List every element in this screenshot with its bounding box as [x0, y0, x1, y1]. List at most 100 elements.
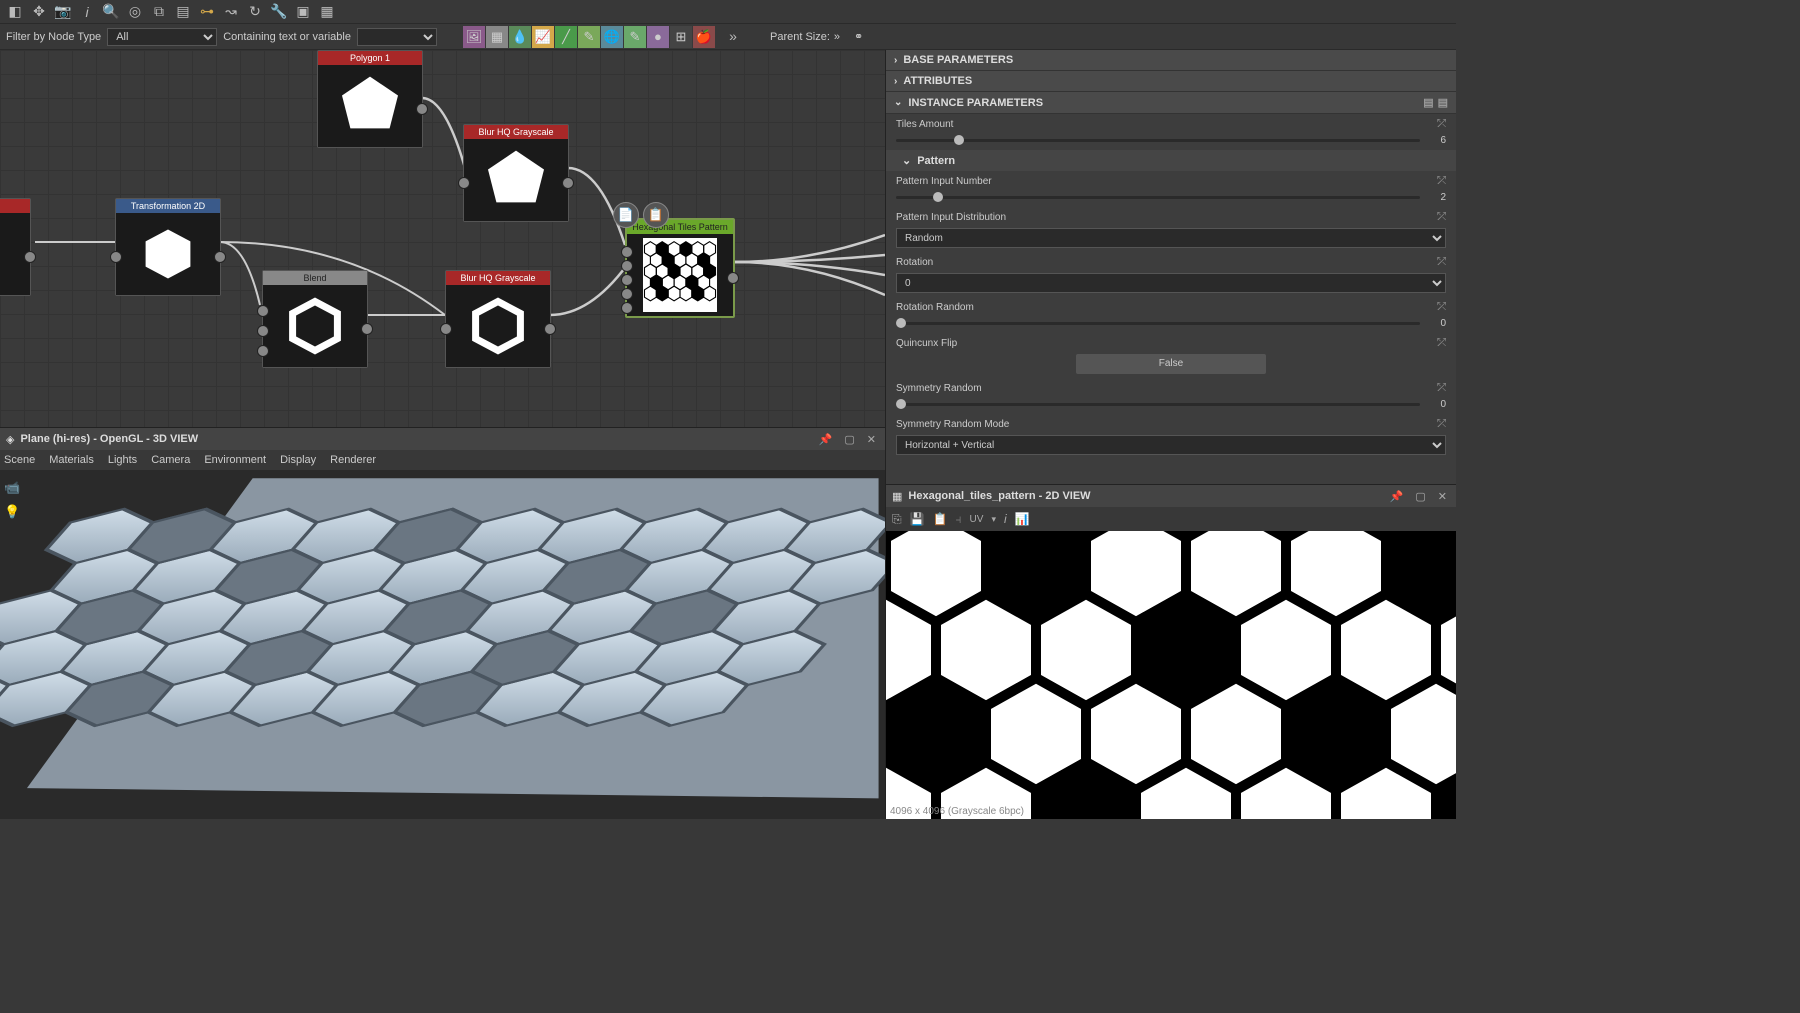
mode-grid-icon[interactable]: ⊞	[670, 26, 692, 48]
view2d-uv-label[interactable]: UV	[970, 514, 984, 525]
view2d-status: 4096 x 4096 (Grayscale 6bpc)	[890, 806, 1024, 817]
accordion-instance[interactable]: ⌄ INSTANCE PARAMETERS ▤▤	[886, 92, 1456, 114]
menu-display[interactable]: Display	[280, 454, 316, 466]
chevron-down-icon[interactable]: ▾	[991, 514, 996, 525]
view2d-info-icon[interactable]: i	[1004, 512, 1007, 526]
pin-icon[interactable]: ⤱	[1437, 211, 1446, 224]
close-icon[interactable]: ✕	[864, 433, 879, 446]
view3d-viewport[interactable]: 📹 💡	[0, 470, 885, 819]
tool-move-icon[interactable]: ✥	[28, 2, 50, 22]
accordion-base[interactable]: › BASE PARAMETERS	[886, 50, 1456, 71]
node-hextiles[interactable]: 📄 📋 Hexagonal Tiles Pattern	[625, 218, 735, 318]
menu-lights[interactable]: Lights	[108, 454, 137, 466]
pin-icon[interactable]: 📌	[1387, 490, 1407, 503]
quincunx-toggle[interactable]: False	[1076, 354, 1266, 374]
view2d-export-icon[interactable]: ⎘	[892, 512, 902, 527]
pin-icon[interactable]: ⤱	[1437, 118, 1446, 131]
rotation-select[interactable]: 0	[896, 273, 1446, 293]
view3d-camera-icon[interactable]: 📹	[4, 480, 22, 498]
tool-camera-icon[interactable]: 📷	[52, 2, 74, 22]
mode-globe-icon[interactable]: 🌐	[601, 26, 623, 48]
pin-icon[interactable]: ⤱	[1437, 301, 1446, 314]
node-transform[interactable]: Transformation 2D	[115, 198, 221, 296]
node-action-save-icon[interactable]: 📋	[643, 202, 669, 228]
node-polygon[interactable]: Polygon 1	[317, 50, 423, 148]
node-blur2[interactable]: Blur HQ Grayscale	[445, 270, 551, 368]
menu-camera[interactable]: Camera	[151, 454, 190, 466]
view2d-save-icon[interactable]: 💾	[910, 512, 925, 526]
symmetry-random-slider[interactable]	[896, 403, 1420, 406]
mode-more-icon[interactable]: »	[722, 26, 744, 46]
tool-align-icon[interactable]: ▤	[172, 2, 194, 22]
view3d-light-icon[interactable]: 💡	[4, 504, 22, 522]
pattern-input-number-value: 2	[1428, 192, 1446, 203]
menu-scene[interactable]: Scene	[4, 454, 35, 466]
mode-graph-icon[interactable]: ╱	[555, 26, 577, 48]
pin-icon[interactable]: ⤱	[1437, 418, 1446, 431]
filter-type-select[interactable]: All	[107, 28, 217, 46]
node-action-copy-icon[interactable]: 📄	[613, 202, 639, 228]
preset2-icon[interactable]: ▤	[1438, 96, 1448, 109]
symmetry-mode-select[interactable]: Horizontal + Vertical	[896, 435, 1446, 455]
mode-gray-icon[interactable]: ▦	[486, 26, 508, 48]
close-icon[interactable]: ✕	[1435, 490, 1450, 503]
menu-materials[interactable]: Materials	[49, 454, 94, 466]
filter-bar: Filter by Node Type All Containing text …	[0, 24, 1456, 50]
pin-icon[interactable]: ⤱	[1437, 175, 1446, 188]
pin-icon[interactable]: 📌	[816, 433, 836, 446]
tiles-amount-slider[interactable]	[896, 139, 1420, 142]
mode-drop-icon[interactable]: 💧	[509, 26, 531, 48]
maximize-icon[interactable]: ▢	[841, 433, 857, 446]
tool-crop-icon[interactable]: ▦	[316, 2, 338, 22]
node-graph[interactable]: 1 Polygon 1 Transformation 2D	[0, 50, 885, 427]
tool-wrench-icon[interactable]: 🔧	[268, 2, 290, 22]
maximize-icon[interactable]: ▢	[1412, 490, 1428, 503]
rotation-random-slider[interactable]	[896, 322, 1420, 325]
menu-environment[interactable]: Environment	[204, 454, 266, 466]
param-pattern-dist: Pattern Input Distribution⤱ Random	[886, 207, 1456, 252]
tool-hierarchy-icon[interactable]: ⧉	[148, 2, 170, 22]
containing-select[interactable]	[357, 28, 437, 46]
mode-brush-icon[interactable]: ✎	[578, 26, 600, 48]
node-partial[interactable]: 1	[0, 198, 31, 296]
containing-label: Containing text or variable	[223, 31, 351, 43]
parent-size-value-icon[interactable]: »	[834, 31, 840, 43]
tool-curve-icon[interactable]: ↝	[220, 2, 242, 22]
mode-leaf-icon[interactable]: ✎	[624, 26, 646, 48]
menu-renderer[interactable]: Renderer	[330, 454, 376, 466]
accordion-pattern[interactable]: ⌄ Pattern	[886, 150, 1456, 171]
tool-refresh-icon[interactable]: ↻	[244, 2, 266, 22]
node-blend[interactable]: Blend	[262, 270, 368, 368]
preset-icon[interactable]: ▤	[1423, 96, 1433, 109]
view2d-copy-icon[interactable]: 📋	[933, 512, 948, 526]
pattern-input-number-slider[interactable]	[896, 196, 1420, 199]
tool-frame-icon[interactable]: ▣	[292, 2, 314, 22]
view2d-toolbar: ⎘ 💾 📋 ⫞ UV ▾ i 📊	[886, 507, 1456, 531]
tool-info-icon[interactable]: i	[76, 2, 98, 22]
view2d-title: Hexagonal_tiles_pattern - 2D VIEW	[908, 490, 1090, 502]
pin-icon[interactable]: ⤱	[1437, 256, 1446, 269]
view2d-header: ▦ Hexagonal_tiles_pattern - 2D VIEW 📌 ▢ …	[886, 485, 1456, 507]
mode-curve-icon[interactable]: 📈	[532, 26, 554, 48]
chevron-down-icon: ⌄	[902, 154, 911, 167]
node-blur1[interactable]: Blur HQ Grayscale	[463, 124, 569, 222]
parent-size-link-icon[interactable]: ⚭	[854, 30, 863, 43]
view2d-split-icon[interactable]: ⫞	[956, 512, 962, 527]
properties-panel: › BASE PARAMETERS › ATTRIBUTES ⌄ INSTANC…	[886, 50, 1456, 484]
pin-icon[interactable]: ⤱	[1437, 382, 1446, 395]
tool-zoom-icon[interactable]: 🔍	[100, 2, 122, 22]
mode-image-icon[interactable]: 🖼	[463, 26, 485, 48]
view2d-panel: ▦ Hexagonal_tiles_pattern - 2D VIEW 📌 ▢ …	[886, 484, 1456, 819]
view2d-histogram-icon[interactable]: 📊	[1015, 512, 1030, 526]
accordion-attrs[interactable]: › ATTRIBUTES	[886, 71, 1456, 92]
tool-center-icon[interactable]: ◎	[124, 2, 146, 22]
tool-select-icon[interactable]: ◧	[4, 2, 26, 22]
tool-link-icon[interactable]: ⊶	[196, 2, 218, 22]
pattern-dist-select[interactable]: Random	[896, 228, 1446, 248]
pin-icon[interactable]: ⤱	[1437, 337, 1446, 350]
node-transform-title: Transformation 2D	[116, 199, 220, 213]
param-rotation: Rotation⤱ 0	[886, 252, 1456, 297]
view2d-viewport[interactable]: 4096 x 4096 (Grayscale 6bpc)	[886, 531, 1456, 819]
mode-apple-icon[interactable]: 🍎	[693, 26, 715, 48]
mode-circle-icon[interactable]: ●	[647, 26, 669, 48]
